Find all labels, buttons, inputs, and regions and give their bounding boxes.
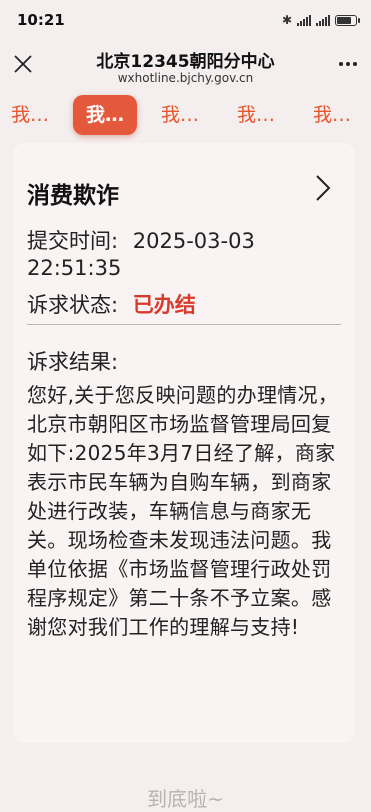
submit-time-label: 提交时间: bbox=[27, 229, 119, 253]
submit-date: 2025-03-03 bbox=[132, 229, 255, 253]
battery-level bbox=[337, 16, 352, 24]
complaint-card[interactable]: 消费欺诈 提交时间: 2025-03-03 22:51:35 诉求状态: 已办结… bbox=[13, 143, 355, 743]
tab-2[interactable]: 我… bbox=[73, 95, 137, 135]
bluetooth-icon: ✱ bbox=[281, 13, 292, 27]
tab-1[interactable]: 我… bbox=[0, 95, 62, 135]
signal-icon bbox=[297, 14, 311, 26]
status-icons: ✱ bbox=[281, 13, 360, 27]
tab-5[interactable]: 我… bbox=[300, 95, 364, 135]
status-value: 已办结 bbox=[132, 293, 196, 317]
status-label: 诉求状态: bbox=[27, 293, 119, 317]
chevron-right-icon[interactable] bbox=[315, 173, 331, 203]
status-bar: 10:21 ✱ bbox=[0, 0, 371, 40]
card-title: 消费欺诈 bbox=[27, 183, 119, 209]
result-heading: 诉求结果: bbox=[27, 350, 119, 374]
signal-icon-2 bbox=[316, 14, 330, 26]
tab-3[interactable]: 我… bbox=[148, 95, 212, 135]
page-url: wxhotline.bjchy.gov.cn bbox=[117, 71, 254, 85]
status-time: 10:21 bbox=[17, 11, 65, 29]
battery-icon bbox=[335, 14, 360, 26]
result-body: 您好,关于您反映问题的办理情况，北京市朝阳区市场监督管理局回复如下:2025年3… bbox=[27, 383, 339, 639]
page-title: 北京12345朝阳分中心 bbox=[96, 52, 275, 72]
end-of-list-text: 到底啦~ bbox=[147, 787, 224, 811]
tab-bar: 我… 我… 我… 我… 我… bbox=[0, 95, 371, 137]
tab-4[interactable]: 我… bbox=[224, 95, 288, 135]
status-row: 诉求状态: 已办结 bbox=[27, 289, 196, 319]
submit-time-clock: 22:51:35 bbox=[27, 256, 122, 280]
divider bbox=[27, 324, 341, 325]
submit-time-row: 提交时间: 2025-03-03 bbox=[27, 225, 255, 255]
more-icon[interactable] bbox=[339, 62, 357, 66]
